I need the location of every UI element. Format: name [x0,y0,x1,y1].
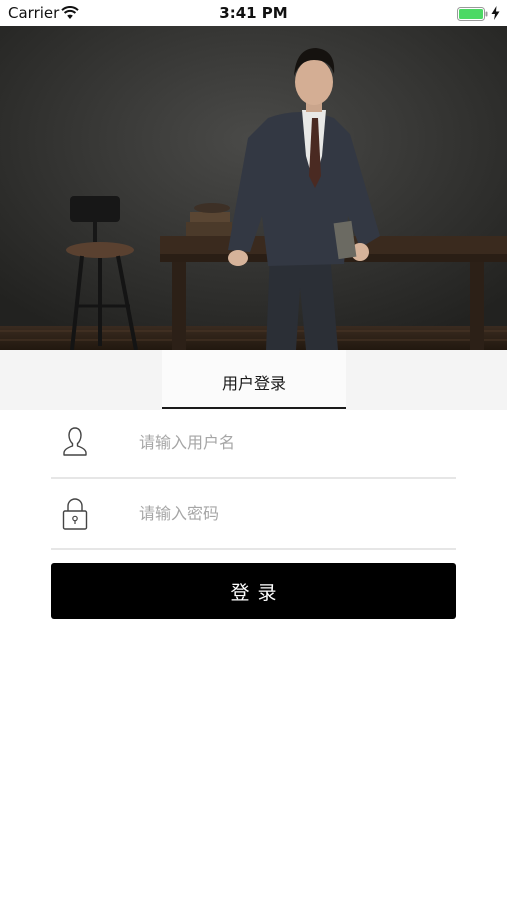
username-divider [51,477,456,479]
clock: 3:41 PM [219,4,288,22]
username-row [51,409,456,479]
man-in-suit-photo [0,26,507,350]
password-divider [51,548,456,550]
username-input[interactable] [139,427,439,457]
tab-user-login[interactable]: 用户登录 [162,350,346,410]
lock-icon [61,496,89,530]
tab-user-login-label: 用户登录 [221,374,286,393]
charging-bolt-icon [491,5,500,24]
hero-banner [0,26,507,350]
password-row [51,480,456,550]
user-icon [61,425,89,459]
status-bar: Carrier 3:41 PM [0,0,507,26]
password-input[interactable] [139,498,439,528]
tab-strip: 用户登录 [0,350,507,410]
login-button[interactable]: 登录 [51,563,456,619]
battery-icon [457,6,489,25]
